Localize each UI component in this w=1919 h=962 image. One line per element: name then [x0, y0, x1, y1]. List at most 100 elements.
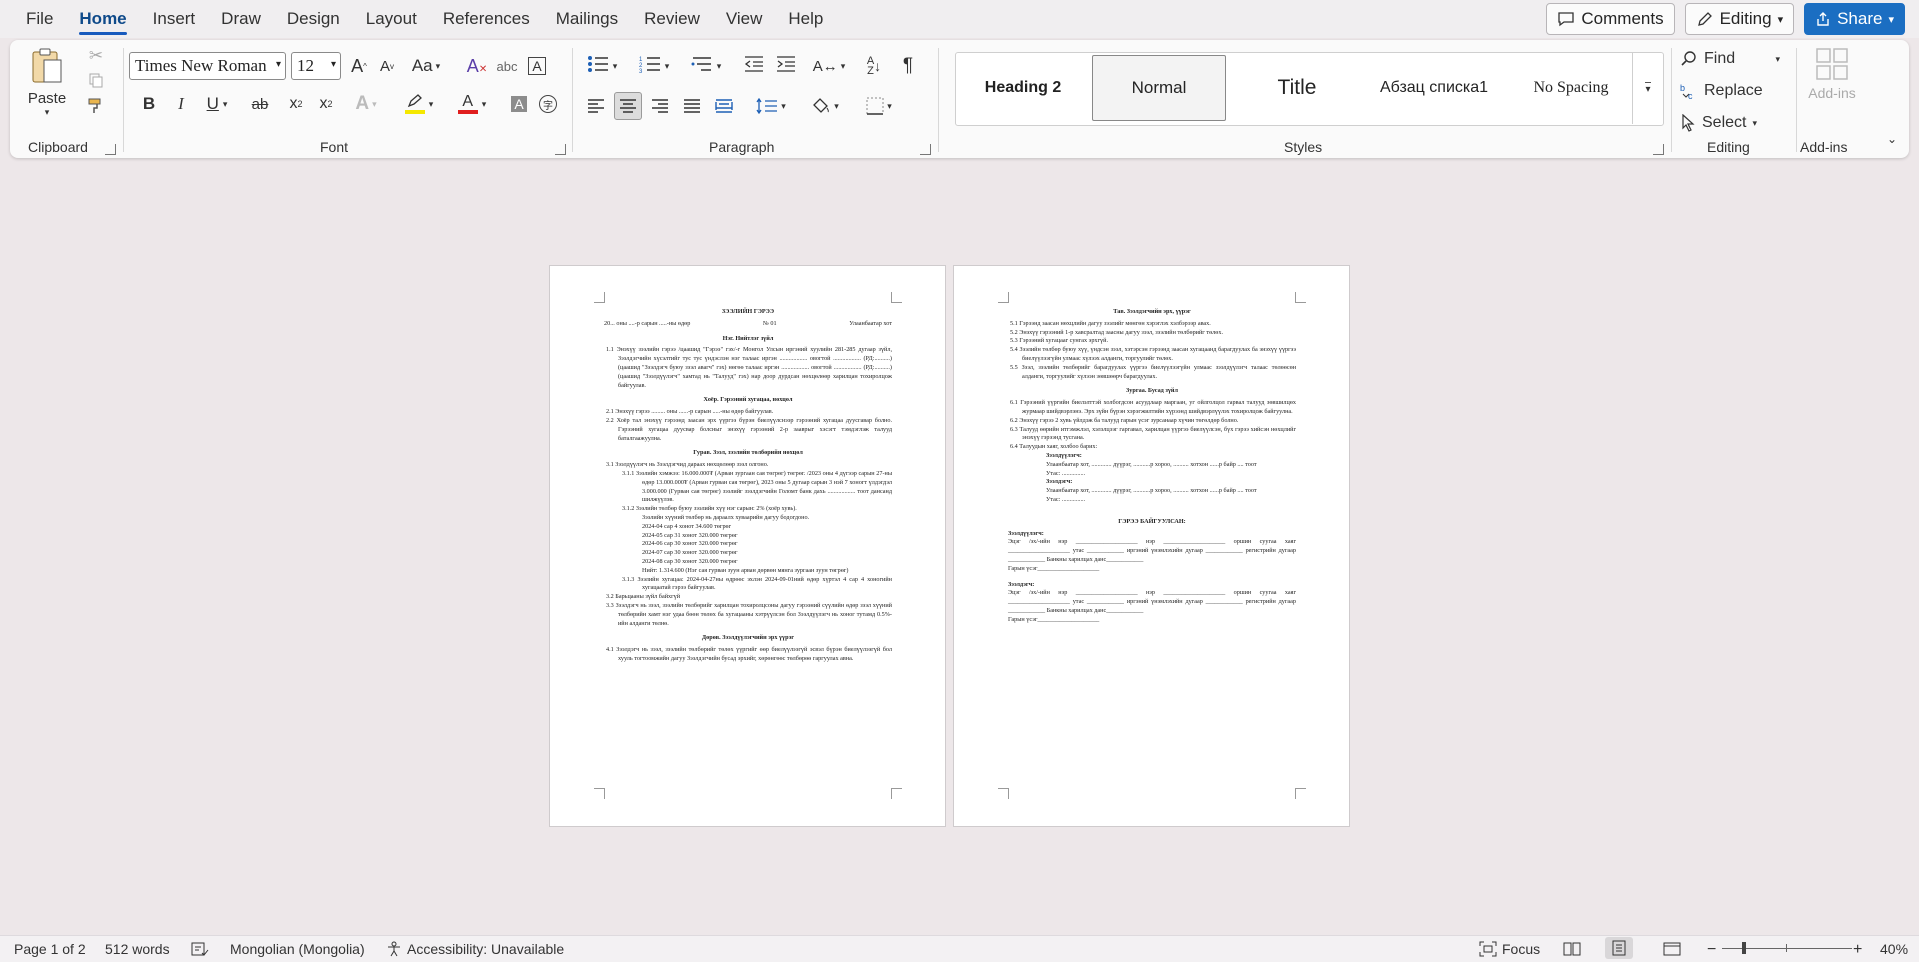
strikethrough-button[interactable]: ab	[243, 90, 277, 118]
tab-design[interactable]: Design	[274, 0, 353, 38]
align-center-button[interactable]	[614, 92, 642, 120]
zoom-slider[interactable]	[1722, 942, 1852, 954]
align-left-button[interactable]	[582, 92, 610, 120]
document-page-2[interactable]: Тав. Зээлдэгчийн эрх, үүрэг 5.1 Гэрээнд з…	[954, 266, 1349, 826]
multilevel-list-button[interactable]: ▾	[684, 52, 728, 80]
clipboard-dialog-launcher[interactable]	[105, 144, 116, 155]
tab-home[interactable]: Home	[66, 0, 139, 38]
copy-button[interactable]	[84, 70, 108, 94]
character-shading-button[interactable]: A	[506, 90, 532, 118]
tab-file[interactable]: File	[0, 0, 66, 38]
font-name-value: Times New Roman	[135, 56, 267, 75]
paragraph-dialog-launcher[interactable]	[920, 144, 931, 155]
document-paragraph: 1.1 Энэхүү зээлийн гэрээ /цаашид "Гэрээ"…	[606, 346, 892, 389]
style-normal-label: Normal	[1131, 78, 1187, 97]
bullets-button[interactable]: ▾	[580, 52, 624, 80]
document-paragraph: Улаанбаатар хот, ............. дүүрэг, .…	[1046, 487, 1257, 495]
zoom-level[interactable]: 40%	[1880, 941, 1908, 957]
font-dialog-launcher[interactable]	[555, 144, 566, 155]
select-label: Select	[1702, 114, 1747, 131]
increase-indent-button[interactable]	[772, 52, 800, 80]
search-icon	[1681, 51, 1696, 66]
styles-more-button[interactable]: ▾	[1632, 52, 1663, 124]
tab-references[interactable]: References	[430, 0, 543, 38]
find-button[interactable]: Find ▾	[1680, 46, 1780, 72]
language-indicator[interactable]: Mongolian (Mongolia)	[230, 941, 365, 957]
grow-font-button[interactable]: A ^	[346, 52, 372, 80]
tab-mailings[interactable]: Mailings	[543, 0, 631, 38]
style-no-spacing[interactable]: No Spacing	[1506, 55, 1636, 121]
tab-help[interactable]: Help	[775, 0, 836, 38]
bold-button[interactable]: B	[136, 90, 162, 118]
accessibility-checker[interactable]: Accessibility: Unavailable	[386, 941, 564, 957]
add-ins-button[interactable]: Add-ins	[1802, 44, 1862, 104]
replace-label: Replace	[1704, 82, 1763, 99]
phonetic-guide-button[interactable]: abc	[494, 52, 520, 80]
highlight-color-button[interactable]: ▾	[396, 90, 442, 118]
style-list-paragraph[interactable]: Абзац списка1	[1366, 55, 1502, 121]
borders-button[interactable]: ▾	[856, 92, 902, 120]
styles-dialog-launcher[interactable]	[1653, 144, 1664, 155]
zoom-out-button[interactable]: −	[1707, 941, 1716, 959]
subscript-button[interactable]: x2	[282, 90, 310, 118]
superscript-button[interactable]: x2	[312, 90, 340, 118]
tab-insert[interactable]: Insert	[140, 0, 209, 38]
document-paragraph: 2.1 Энэхүү гэрээ ......... оны ......-р …	[606, 408, 774, 416]
focus-mode-button[interactable]: Focus	[1479, 941, 1540, 957]
editing-mode-button[interactable]: Editing ▾	[1684, 3, 1795, 35]
align-center-icon	[620, 99, 636, 113]
tab-layout[interactable]: Layout	[353, 0, 430, 38]
character-border-button[interactable]: A	[524, 52, 550, 80]
enclose-characters-button[interactable]: 字	[535, 90, 561, 118]
replace-button[interactable]: bc Replace	[1680, 78, 1780, 104]
tab-review[interactable]: Review	[631, 0, 713, 38]
line-spacing-button[interactable]: ▾	[748, 92, 794, 120]
style-title[interactable]: Title	[1232, 55, 1362, 121]
collapse-ribbon-button[interactable]: ⌄	[1883, 130, 1901, 148]
comments-label: Comments	[1581, 9, 1664, 28]
underline-button[interactable]: U ▾	[199, 90, 235, 118]
align-right-icon	[652, 99, 668, 113]
italic-button[interactable]: I	[168, 90, 194, 118]
numbering-button[interactable]: 123 ▾	[632, 52, 676, 80]
zoom-slider-thumb[interactable]	[1742, 942, 1746, 954]
section-heading: Дөрөв. Зээлдүүлэгчийн эрх үүрэг	[701, 634, 795, 642]
cut-button[interactable]: ✂	[84, 44, 108, 68]
read-mode-button[interactable]	[1563, 941, 1581, 957]
style-heading-2[interactable]: Heading 2	[960, 55, 1086, 121]
font-size-dropdown[interactable]: 12 ▾	[291, 52, 341, 80]
justify-button[interactable]	[678, 92, 706, 120]
tab-draw[interactable]: Draw	[208, 0, 274, 38]
shading-button[interactable]: ▾	[802, 92, 848, 120]
text-direction-button[interactable]: A↔ ▾	[808, 52, 850, 80]
print-layout-button[interactable]	[1605, 937, 1633, 959]
crop-mark	[1295, 292, 1306, 303]
format-painter-button[interactable]	[84, 96, 108, 120]
tab-view[interactable]: View	[713, 0, 776, 38]
comments-button[interactable]: Comments	[1546, 3, 1675, 35]
proofing-status-button[interactable]	[191, 941, 209, 957]
web-layout-button[interactable]	[1663, 941, 1681, 957]
clear-formatting-button[interactable]: A✕	[464, 52, 490, 80]
text-effects-button[interactable]: A ▾	[346, 90, 386, 118]
shrink-font-button[interactable]: Av	[374, 52, 400, 80]
document-paragraph	[1008, 505, 1296, 512]
style-normal[interactable]: Normal	[1092, 55, 1226, 121]
font-color-button[interactable]: A ▾	[450, 90, 494, 118]
distributed-button[interactable]	[710, 92, 738, 120]
align-right-button[interactable]	[646, 92, 674, 120]
document-page-1[interactable]: ЗЭЭЛИЙН ГЭРЭЭ 20... оны ....-р сарын ....…	[550, 266, 945, 826]
sort-icon: AZ	[866, 55, 875, 77]
decrease-indent-button[interactable]	[740, 52, 768, 80]
sort-button[interactable]: A Z ↓	[860, 52, 888, 80]
page-count[interactable]: Page 1 of 2	[14, 941, 86, 957]
zoom-in-button[interactable]: +	[1853, 941, 1862, 959]
change-case-button[interactable]: Aa ▾	[406, 52, 446, 80]
paste-button[interactable]: Paste ▾	[26, 46, 68, 134]
font-name-dropdown[interactable]: Times New Roman ▾	[129, 52, 286, 80]
word-count[interactable]: 512 words	[105, 941, 170, 957]
share-label: Share	[1837, 9, 1883, 28]
show-formatting-button[interactable]: ¶	[894, 52, 922, 80]
share-button[interactable]: Share ▾	[1804, 3, 1905, 35]
select-button[interactable]: Select ▾	[1680, 110, 1780, 136]
